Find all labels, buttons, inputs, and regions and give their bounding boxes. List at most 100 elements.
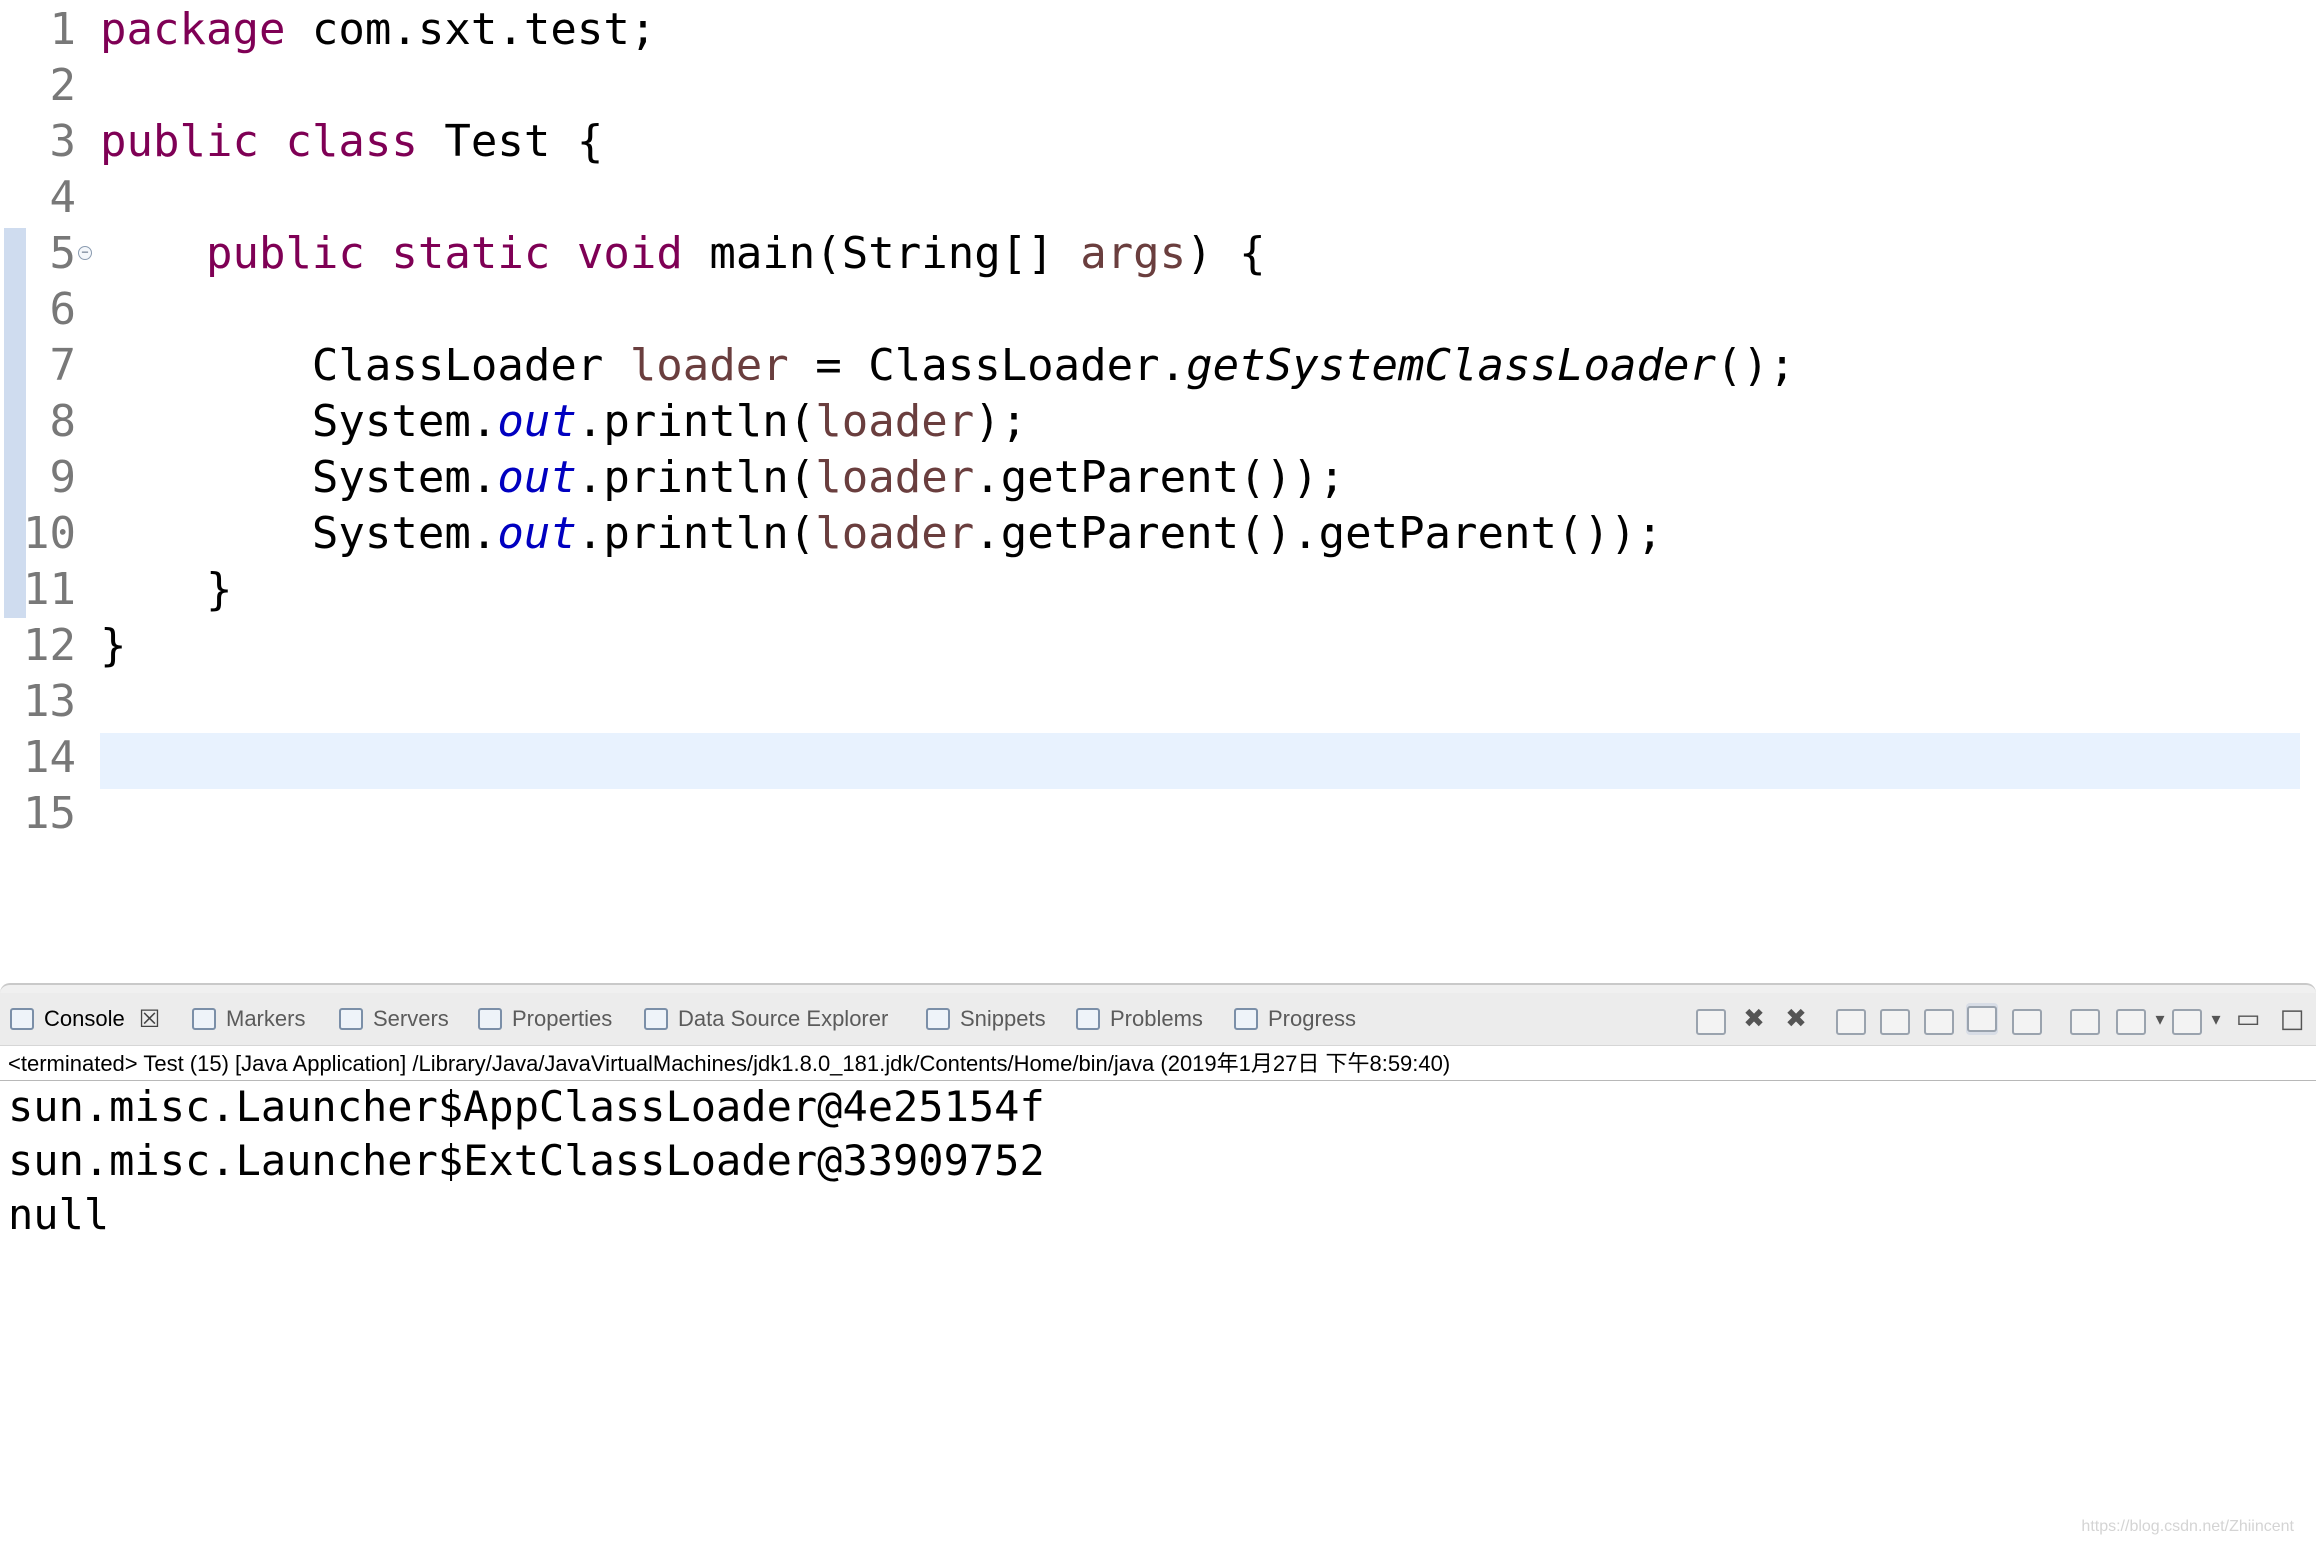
field-token: out — [497, 452, 577, 503]
code-line[interactable]: 12} — [0, 618, 2316, 674]
code-text: package com.sxt.test; — [100, 2, 656, 58]
code-text: System.out.println(loader.getParent()); — [100, 450, 1345, 506]
tab-data-source-explorer[interactable]: Data Source Explorer — [644, 993, 888, 1045]
keyword-token: void — [576, 228, 683, 279]
maximize-icon[interactable]: □ — [2276, 1003, 2308, 1035]
code-token: .println( — [576, 452, 816, 503]
chevron-down-icon[interactable]: ▾ — [2200, 1003, 2232, 1035]
variable-token: loader — [629, 340, 789, 391]
view-tab-bar: Console ☒ Markers Servers Properties Dat… — [0, 993, 2316, 1046]
watermark: https://blog.csdn.net/Zhiincent — [2081, 1518, 2294, 1535]
code-line[interactable]: 7 ClassLoader loader = ClassLoader.getSy… — [0, 338, 2316, 394]
tab-console[interactable]: Console ☒ — [10, 993, 160, 1045]
tab-servers[interactable]: Servers — [339, 993, 449, 1045]
tab-snippets[interactable]: Snippets — [926, 993, 1046, 1045]
code-line[interactable]: 11 } — [0, 562, 2316, 618]
line-number: 3 — [49, 116, 77, 167]
line-number: 15 — [23, 788, 76, 839]
variable-token: loader — [815, 508, 975, 559]
variable-token: loader — [815, 396, 975, 447]
terminate-icon[interactable] — [1696, 1009, 1726, 1035]
code-token: System. — [100, 396, 498, 447]
code-line[interactable]: 8 System.out.println(loader); — [0, 394, 2316, 450]
code-text: } — [100, 562, 233, 618]
code-text: System.out.println(loader.getParent().ge… — [100, 506, 1663, 562]
remove-launch-icon[interactable]: ✖ — [1738, 1003, 1770, 1035]
show-console-on-error-icon[interactable] — [2012, 1009, 2042, 1035]
console-icon — [10, 1008, 34, 1030]
code-editor[interactable]: 1 package com.sxt.test; 2 3 public class Tes… — [0, 0, 2316, 983]
word-wrap-icon[interactable] — [1924, 1009, 1954, 1035]
code-line[interactable]: 15 — [0, 786, 2316, 842]
code-line[interactable]: 4 — [0, 170, 2316, 226]
tab-progress[interactable]: Progress — [1234, 993, 1356, 1045]
code-token: } — [100, 564, 233, 615]
close-icon[interactable]: ☒ — [139, 1005, 161, 1034]
tab-properties[interactable]: Properties — [478, 993, 612, 1045]
scroll-lock-icon[interactable] — [1880, 1009, 1910, 1035]
line-number: 6 — [49, 284, 77, 335]
code-token: (); — [1715, 340, 1796, 391]
code-token: .getParent()); — [974, 452, 1346, 503]
show-console-on-output-icon[interactable] — [1966, 1003, 1998, 1035]
tab-problems[interactable]: Problems — [1076, 993, 1203, 1045]
code-line[interactable]: 2 — [0, 58, 2316, 114]
variable-token: loader — [815, 452, 975, 503]
pin-console-icon[interactable] — [2070, 1009, 2100, 1035]
tab-markers[interactable]: Markers — [192, 993, 305, 1045]
code-line[interactable]: 10 System.out.println(loader.getParent()… — [0, 506, 2316, 562]
console-output-line[interactable]: sun.misc.Launcher$ExtClassLoader@3390975… — [8, 1134, 1045, 1188]
code-token: System. — [100, 452, 498, 503]
console-output-line[interactable]: sun.misc.Launcher$AppClassLoader@4e25154… — [8, 1080, 1045, 1134]
code-token: .println( — [576, 508, 816, 559]
code-token: ); — [974, 396, 1028, 447]
code-text: } — [100, 618, 127, 674]
keyword-token: public — [205, 228, 365, 279]
minimize-icon[interactable]: ▭ — [2232, 1003, 2264, 1035]
tab-label: Console — [44, 1006, 125, 1031]
code-line[interactable]: 1 package com.sxt.test; — [0, 2, 2316, 58]
code-token: .getParent().getParent()); — [974, 508, 1663, 559]
code-line[interactable]: 14 — [0, 730, 2316, 786]
tab-label: Data Source Explorer — [678, 1006, 889, 1031]
code-token: ClassLoader — [100, 340, 630, 391]
code-line[interactable]: 6 — [0, 282, 2316, 338]
console-launch-description: <terminated> Test (15) [Java Application… — [8, 1051, 1451, 1076]
code-token: } — [100, 620, 127, 671]
open-console-icon[interactable] — [2172, 1009, 2202, 1035]
code-token: System. — [100, 508, 498, 559]
line-number: 7 — [49, 340, 77, 391]
tab-label: Servers — [373, 1006, 449, 1031]
line-number: 10 — [23, 508, 76, 559]
line-number: 2 — [49, 60, 77, 111]
servers-icon — [339, 1008, 363, 1030]
line-number: 1 — [49, 4, 77, 55]
display-selected-console-icon[interactable] — [2116, 1009, 2146, 1035]
variable-token: args — [1080, 228, 1187, 279]
progress-icon — [1234, 1008, 1258, 1030]
clear-console-icon[interactable] — [1836, 1009, 1866, 1035]
remove-all-terminated-icon[interactable]: ✖ — [1780, 1003, 1812, 1035]
tab-label: Properties — [512, 1006, 613, 1031]
code-token: .println( — [576, 396, 816, 447]
keyword-token: static — [391, 228, 551, 279]
line-number: 13 — [23, 676, 76, 727]
static-method-token: getSystemClassLoader — [1186, 340, 1716, 391]
code-line[interactable]: 5− public static void main(String[] args… — [0, 226, 2316, 282]
data-source-explorer-icon — [644, 1008, 668, 1030]
line-number: 11 — [23, 564, 76, 615]
tab-label: Markers — [226, 1006, 306, 1031]
code-line[interactable]: 3 public class Test { — [0, 114, 2316, 170]
fold-collapse-icon[interactable]: − — [78, 246, 92, 260]
code-line[interactable]: 13 — [0, 674, 2316, 730]
line-number: 8 — [49, 396, 77, 447]
code-line[interactable]: 9 System.out.println(loader.getParent())… — [0, 450, 2316, 506]
tab-label: Snippets — [960, 1006, 1046, 1031]
properties-icon — [478, 1008, 502, 1030]
field-token: out — [497, 396, 577, 447]
code-text: ClassLoader loader = ClassLoader.getSyst… — [100, 338, 1796, 394]
console-output-line[interactable]: null — [8, 1188, 109, 1242]
code-token: main(String[] — [682, 228, 1081, 279]
